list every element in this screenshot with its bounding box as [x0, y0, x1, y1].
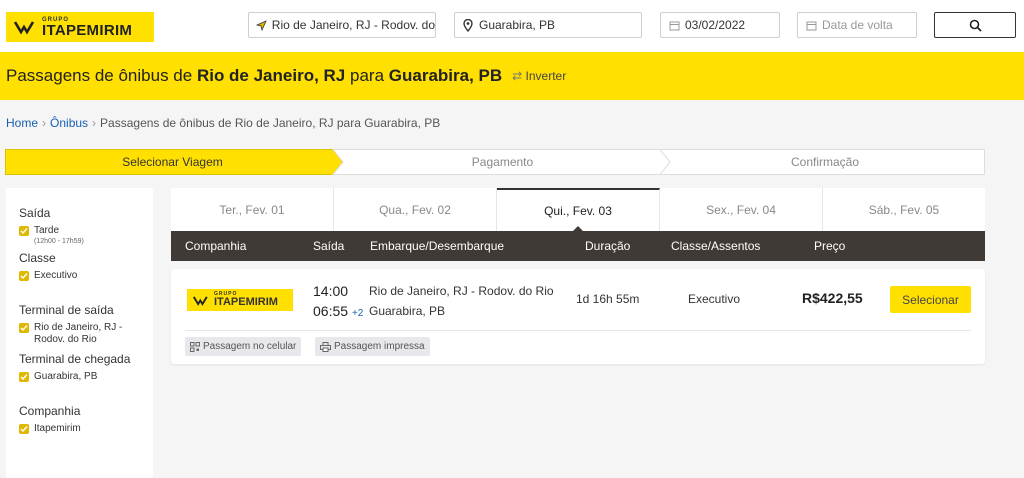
route-banner: Passagens de ônibus de Rio de Janeiro, R…: [0, 52, 1024, 100]
swap-icon: ⇄: [512, 69, 523, 83]
tag-passagem-impressa: Passagem impressa: [315, 337, 430, 356]
logo-mark-icon: [193, 295, 208, 306]
chevron-right-icon: ›: [92, 116, 97, 130]
date-tab-fev-01[interactable]: Ter., Fev. 01: [171, 188, 334, 231]
date-tab-fev-05[interactable]: Sáb., Fev. 05: [823, 188, 985, 231]
step-selecionar-viagem: Selecionar Viagem: [122, 155, 223, 169]
col-duracao: Duração: [585, 239, 631, 253]
filters-sidebar: Saída Tarde (12h00 - 17h59) Classe Execut…: [6, 188, 153, 478]
col-classe: Classe/Assentos: [671, 239, 761, 253]
date-tab-fev-02[interactable]: Qua., Fev. 02: [334, 188, 497, 231]
trip-duration: 1d 16h 55m: [576, 292, 640, 306]
breadcrumb-current: Passagens de ônibus de Rio de Janeiro, R…: [100, 116, 441, 130]
col-preco: Preço: [814, 239, 846, 253]
search-icon: [969, 19, 982, 32]
filter-terminal-chegada-guarabira[interactable]: Guarabira, PB: [19, 371, 153, 382]
checkbox-checked-icon[interactable]: [19, 271, 29, 281]
chevron-right-icon: ›: [42, 116, 47, 130]
filter-classe-title: Classe: [19, 251, 56, 265]
search-button[interactable]: [934, 12, 1016, 38]
checkbox-checked-icon[interactable]: [19, 372, 29, 382]
checkbox-checked-icon[interactable]: [19, 424, 29, 434]
company-logo: GRUPO ITAPEMIRIM: [187, 289, 293, 311]
origin-input[interactable]: Rio de Janeiro, RJ - Rodov. do: [248, 12, 436, 38]
checkout-steps: Selecionar Viagem Pagamento Confirmação: [5, 149, 985, 175]
card-divider: [185, 330, 971, 331]
trip-times: 14:00 06:55 +2: [313, 281, 363, 324]
date-tabs: Ter., Fev. 01 Qua., Fev. 02 Qui., Fev. 0…: [171, 188, 985, 231]
filter-companhia-itapemirim[interactable]: Itapemirim: [19, 423, 153, 434]
depart-time: 14:00: [313, 283, 349, 299]
days-plus: +2: [351, 308, 364, 319]
breadcrumb-home[interactable]: Home: [6, 116, 38, 130]
top-bar: GRUPO ITAPEMIRIM Rio de Janeiro, RJ - Ro…: [0, 0, 1024, 52]
itapemirim-logo[interactable]: GRUPO ITAPEMIRIM: [6, 12, 154, 42]
printer-icon: [320, 341, 331, 352]
filter-companhia-title: Companhia: [19, 404, 81, 418]
checkbox-checked-icon[interactable]: [19, 226, 29, 236]
calendar-icon: [804, 20, 818, 31]
date-tab-fev-04[interactable]: Sex., Fev. 04: [660, 188, 823, 231]
qr-code-icon: [190, 341, 200, 352]
filter-terminal-saida-title: Terminal de saída: [19, 303, 114, 317]
tag-passagem-celular: Passagem no celular: [185, 337, 302, 356]
filter-terminal-saida-rio[interactable]: Rio de Janeiro, RJ - Rodov. do Rio: [19, 322, 153, 346]
checkbox-checked-icon[interactable]: [19, 323, 29, 333]
depart-date-input[interactable]: 03/02/2022: [660, 12, 780, 38]
trip-destination: Guarabira, PB: [369, 304, 446, 318]
map-pin-icon: [461, 18, 475, 32]
filter-saida-tarde[interactable]: Tarde (12h00 - 17h59): [19, 225, 153, 245]
destination-input[interactable]: Guarabira, PB: [454, 12, 642, 38]
banner-origin: Rio de Janeiro, RJ: [196, 66, 346, 85]
filter-saida-title: Saída: [19, 206, 51, 220]
banner-destination: Guarabira, PB: [388, 66, 503, 85]
trip-class: Executivo: [688, 292, 741, 306]
trip-result-card[interactable]: GRUPO ITAPEMIRIM 14:00 06:55 +2 Rio de J…: [171, 269, 985, 364]
logo-name: ITAPEMIRIM: [42, 21, 133, 39]
trip-origin: Rio de Janeiro, RJ - Rodov. do Rio: [369, 284, 554, 298]
calendar-icon: [667, 20, 681, 31]
trip-places: Rio de Janeiro, RJ - Rodov. do Rio Guara…: [369, 281, 554, 321]
col-embarque: Embarque/Desembarque: [370, 239, 505, 253]
col-saida: Saída: [313, 239, 345, 253]
banner-mid: para: [350, 66, 385, 85]
logo-mark-icon: [14, 21, 35, 35]
breadcrumb-onibus[interactable]: Ônibus: [50, 116, 88, 130]
trip-price: R$422,55: [802, 290, 863, 306]
return-date-input[interactable]: Data de volta: [797, 12, 917, 38]
step-confirmacao: Confirmação: [790, 155, 860, 169]
breadcrumb: Home › Ônibus › Passagens de ônibus de Rio d…: [6, 116, 440, 130]
banner-prefix: Passagens de ônibus de: [6, 66, 193, 85]
select-trip-button[interactable]: Selecionar: [890, 286, 971, 313]
filter-terminal-chegada-title: Terminal de chegada: [19, 352, 131, 366]
step-pagamento: Pagamento: [471, 155, 534, 169]
results-header: Companhia Saída Embarque/Desembarque Dur…: [171, 231, 985, 261]
date-tab-fev-03[interactable]: Qui., Fev. 03: [497, 188, 660, 231]
col-companhia: Companhia: [185, 239, 247, 253]
invert-button[interactable]: ⇄ Inverter: [512, 69, 566, 83]
location-arrow-icon: [255, 19, 268, 31]
arrive-time: 06:55: [313, 303, 349, 319]
filter-classe-executivo[interactable]: Executivo: [19, 270, 153, 281]
